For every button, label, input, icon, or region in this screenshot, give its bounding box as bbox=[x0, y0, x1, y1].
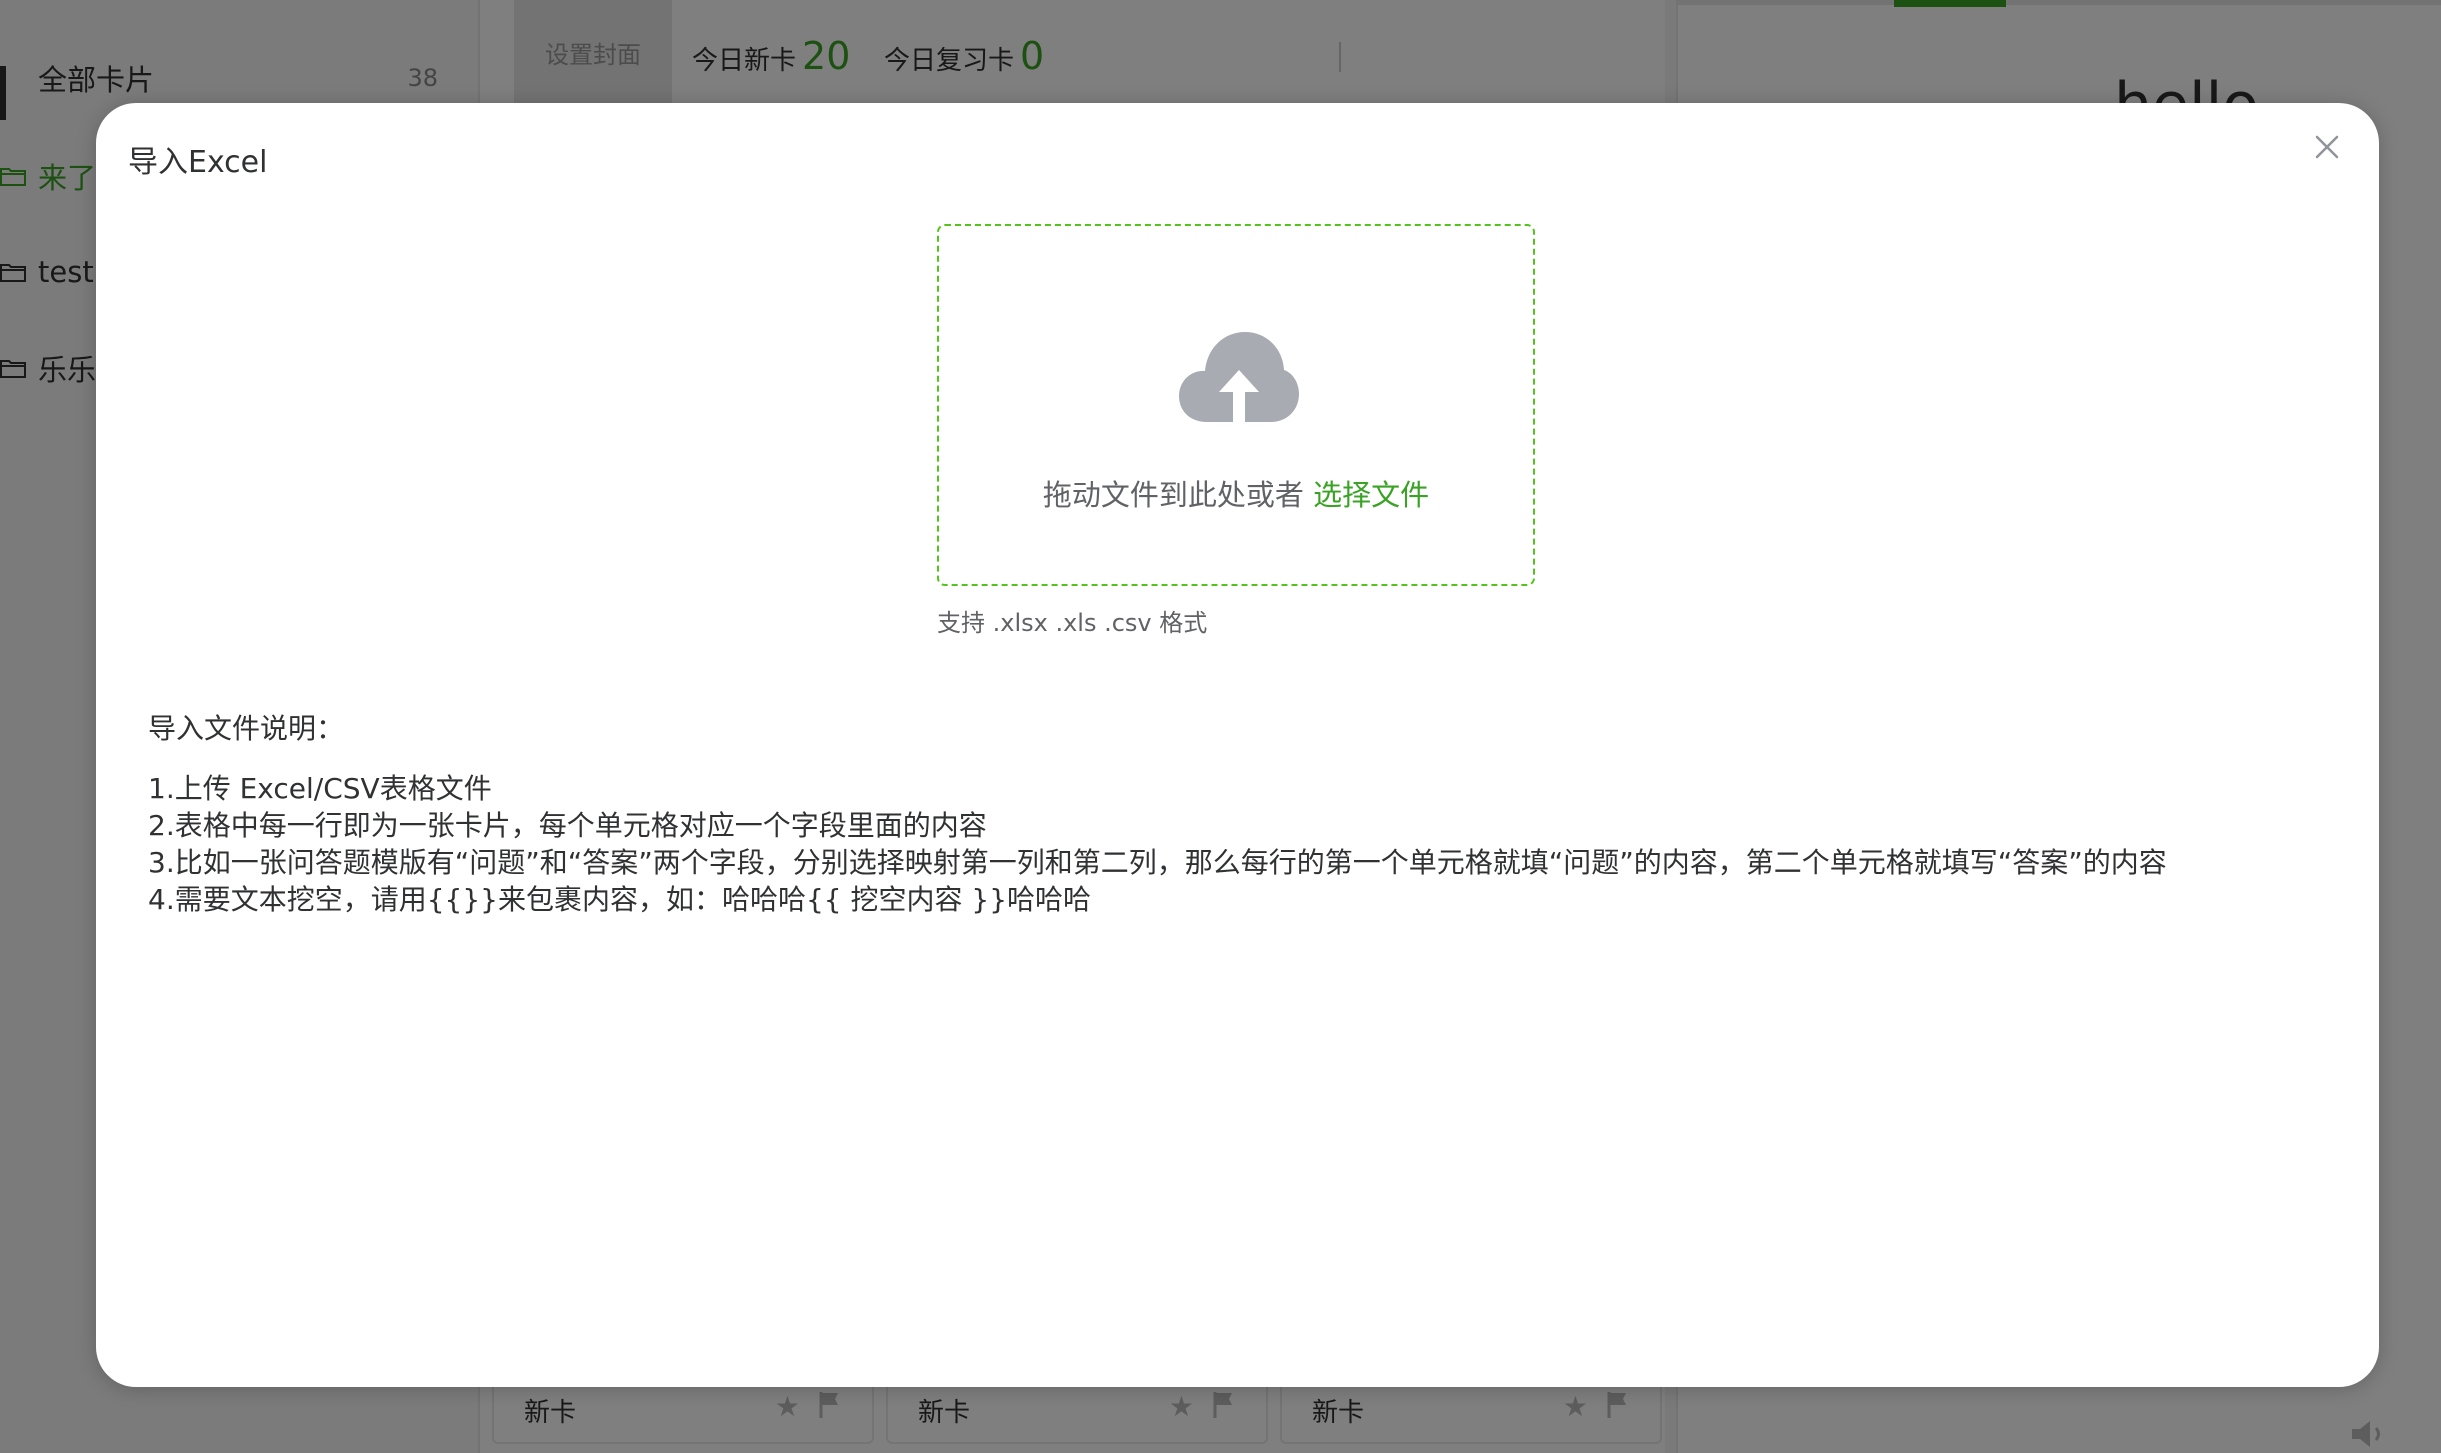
cloud-upload-icon bbox=[1179, 332, 1299, 422]
dialog-title: 导入Excel bbox=[128, 145, 268, 180]
import-excel-dialog: 导入Excel 拖动文件到此处或者 选择文件 支持 .xlsx .xls .cs… bbox=[96, 103, 2379, 1387]
instruction-line: 2.表格中每一行即为一张卡片，每个单元格对应一个字段里面的内容 bbox=[148, 809, 987, 842]
file-drop-zone[interactable]: 拖动文件到此处或者 选择文件 bbox=[937, 224, 1535, 586]
instruction-line: 1.上传 Excel/CSV表格文件 bbox=[148, 772, 492, 805]
instruction-line: 4.需要文本挖空，请用{{}}来包裹内容，如：哈哈哈{{ 挖空内容 }}哈哈哈 bbox=[148, 883, 1092, 916]
instruction-line: 3.比如一张问答题模版有“问题”和“答案”两个字段，分别选择映射第一列和第二列，… bbox=[148, 846, 2167, 879]
instructions-list: 1.上传 Excel/CSV表格文件 2.表格中每一行即为一张卡片，每个单元格对… bbox=[148, 770, 2167, 918]
drop-zone-text: 拖动文件到此处或者 选择文件 bbox=[939, 472, 1533, 514]
instructions-title: 导入文件说明： bbox=[148, 712, 345, 745]
drop-instruction: 拖动文件到此处或者 bbox=[1042, 478, 1304, 512]
select-file-link[interactable]: 选择文件 bbox=[1313, 478, 1429, 512]
supported-formats-tip: 支持 .xlsx .xls .csv 格式 bbox=[937, 609, 1208, 637]
close-icon[interactable] bbox=[2311, 131, 2343, 163]
